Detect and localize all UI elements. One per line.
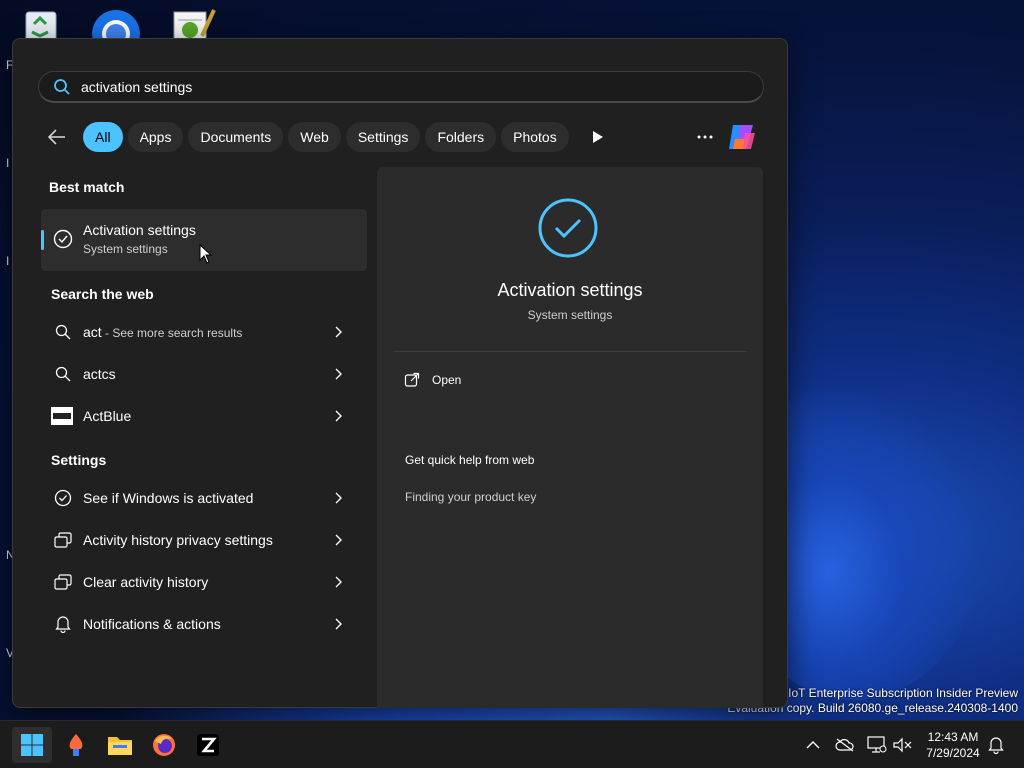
settings-result-item[interactable]: Clear activity history (41, 563, 367, 601)
search-icon (53, 78, 71, 96)
settings-result-item[interactable]: See if Windows is activated (41, 479, 367, 517)
check-circle-icon (53, 229, 73, 249)
filter-chip-web[interactable]: Web (288, 122, 341, 152)
onedrive-offline-icon[interactable] (833, 733, 857, 757)
preview-divider (393, 351, 747, 352)
play-icon[interactable] (584, 123, 612, 151)
desktop-label-fragment: I (6, 254, 10, 268)
chevron-right-icon (331, 532, 347, 548)
chevron-right-icon (331, 490, 347, 506)
search-icon (53, 364, 73, 384)
product-key-link[interactable]: Finding your product key (405, 490, 536, 504)
filter-bar: All Apps Documents Web Settings Folders … (43, 121, 612, 153)
preview-title: Activation settings (497, 280, 643, 300)
clock-time: 12:43 AM (927, 730, 979, 744)
filter-chip-documents[interactable]: Documents (188, 122, 284, 152)
chevron-right-icon (331, 324, 347, 340)
filter-chip-apps[interactable]: Apps (127, 122, 184, 152)
best-match-subtitle: System settings (83, 242, 168, 256)
windows-logo-icon (21, 734, 43, 756)
taskbar-app-paint[interactable] (56, 727, 96, 763)
clock-date: 7/29/2024 (926, 746, 980, 760)
taskbar-app-file-explorer[interactable] (100, 727, 140, 763)
check-circle-icon (537, 197, 599, 259)
open-action-label: Open (432, 373, 462, 387)
chevron-right-icon (331, 408, 347, 424)
bell-icon (53, 614, 73, 634)
web-result-label: act (83, 324, 102, 340)
settings-result-item[interactable]: Notifications & actions (41, 605, 367, 643)
evaluation-watermark: 1 IoT Enterprise Subscription Insider Pr… (778, 686, 1018, 700)
settings-result-label: Notifications & actions (83, 616, 221, 632)
bell-icon[interactable] (984, 733, 1008, 757)
chevron-right-icon (331, 616, 347, 632)
network-icon[interactable] (865, 733, 889, 757)
activity-history-icon (53, 530, 73, 550)
web-result-label: actcs (83, 366, 116, 382)
chevron-up-icon[interactable] (801, 733, 825, 757)
actblue-logo-icon (51, 407, 73, 425)
start-button[interactable] (12, 727, 52, 763)
preview-subtitle: System settings (527, 308, 613, 322)
taskbar-app-firefox[interactable] (144, 727, 184, 763)
mouse-cursor-icon (199, 243, 213, 264)
search-box[interactable] (38, 71, 764, 103)
search-icon (53, 322, 73, 342)
preview-pane: Activation settings System settings Open… (377, 167, 763, 708)
activity-history-icon (53, 572, 73, 592)
taskbar: 12:43 AM 7/29/2024 (0, 720, 1024, 768)
firefox-icon (153, 734, 175, 756)
chrome-icon[interactable] (90, 6, 142, 42)
notepad-icon[interactable] (168, 6, 220, 42)
recycle-bin-icon[interactable] (16, 6, 68, 42)
taskbar-app-z[interactable] (188, 727, 228, 763)
search-panel: All Apps Documents Web Settings Folders … (12, 38, 788, 708)
volume-muted-icon[interactable] (890, 733, 914, 757)
system-clock[interactable]: 12:43 AM 7/29/2024 (918, 729, 988, 761)
best-match-title: Activation settings (83, 222, 196, 238)
open-action[interactable]: Open (404, 372, 461, 388)
search-input[interactable] (81, 78, 681, 95)
filter-chip-all[interactable]: All (83, 122, 123, 152)
settings-result-label: Clear activity history (83, 574, 209, 590)
section-title-web: Search the web (51, 286, 154, 302)
web-result-item[interactable]: ActBlue (41, 397, 367, 435)
web-result-item[interactable]: act - See more search results (41, 313, 367, 351)
selection-accent (41, 230, 44, 250)
section-title-settings: Settings (51, 452, 107, 468)
copilot-icon[interactable] (725, 121, 759, 153)
quick-help-heading: Get quick help from web (405, 453, 535, 467)
paint-brush-icon (69, 734, 83, 756)
arrow-left-icon[interactable] (43, 123, 71, 151)
web-result-item[interactable]: actcs (41, 355, 367, 393)
filter-chip-settings[interactable]: Settings (345, 122, 421, 152)
filter-chip-folders[interactable]: Folders (425, 122, 497, 152)
web-result-label: ActBlue (83, 408, 132, 424)
check-circle-icon (53, 488, 73, 508)
folder-icon (108, 737, 132, 755)
chevron-right-icon (331, 366, 347, 382)
section-title-best-match: Best match (49, 179, 125, 195)
z-app-icon (197, 734, 219, 756)
web-result-suffix: - See more search results (101, 326, 243, 340)
settings-result-label: See if Windows is activated (83, 490, 254, 506)
settings-result-item[interactable]: Activity history privacy settings (41, 521, 367, 559)
desktop-label-fragment: I (6, 156, 10, 170)
chevron-right-icon (331, 574, 347, 590)
settings-result-label: Activity history privacy settings (83, 532, 273, 548)
open-external-icon (404, 372, 420, 388)
more-options-button[interactable] (693, 125, 717, 149)
filter-chip-photos[interactable]: Photos (501, 122, 569, 152)
